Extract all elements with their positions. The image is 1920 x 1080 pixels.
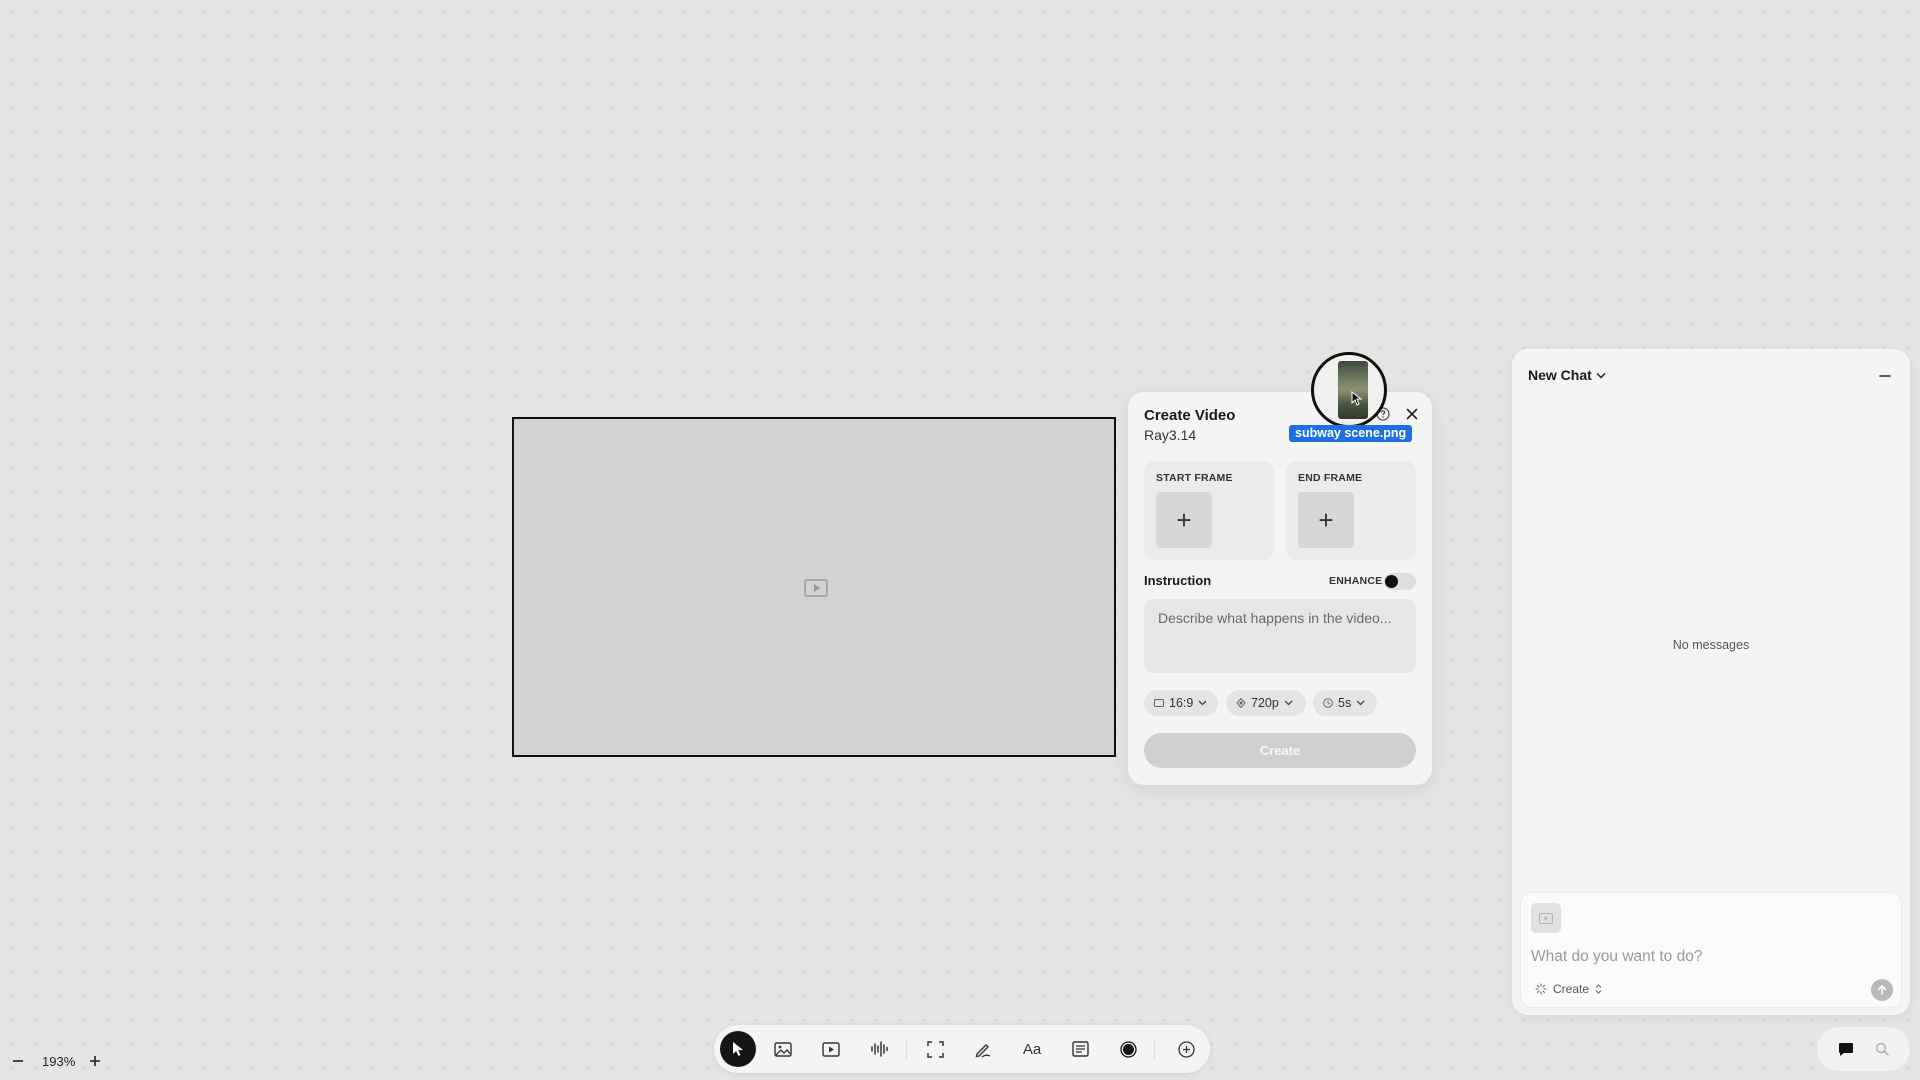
add-tool-button[interactable] bbox=[1170, 1033, 1202, 1065]
start-frame-label: START FRAME bbox=[1156, 472, 1233, 484]
create-video-panel: Create Video Ray3.14 START FRAME + END F… bbox=[1128, 392, 1432, 785]
close-icon[interactable] bbox=[1403, 405, 1421, 423]
minimize-icon[interactable] bbox=[1878, 369, 1892, 383]
zoom-level[interactable]: 193% bbox=[42, 1054, 75, 1069]
text-icon: Aa bbox=[1022, 1040, 1042, 1058]
clock-icon bbox=[1323, 698, 1333, 708]
mode-value: Create bbox=[1553, 982, 1590, 996]
sparkle-icon bbox=[1535, 983, 1547, 995]
mode-select[interactable]: Create bbox=[1535, 982, 1602, 996]
image-icon bbox=[774, 1041, 792, 1057]
add-end-frame-button[interactable]: + bbox=[1298, 492, 1354, 548]
enhance-label: ENHANCE bbox=[1329, 575, 1383, 587]
video-placeholder-node[interactable] bbox=[512, 417, 1116, 757]
subway-image-preview bbox=[1338, 361, 1368, 419]
chevron-down-icon bbox=[1198, 700, 1207, 706]
toolbar-divider bbox=[1154, 1039, 1155, 1059]
frame-tool-button[interactable] bbox=[919, 1033, 951, 1065]
hand-cursor-icon bbox=[1351, 391, 1363, 407]
video-tool-button[interactable] bbox=[815, 1033, 847, 1065]
panel-title: Create Video bbox=[1144, 407, 1236, 424]
aspect-ratio-icon bbox=[1154, 699, 1164, 707]
chat-search-switcher bbox=[1817, 1027, 1910, 1071]
chat-input[interactable] bbox=[1531, 945, 1871, 969]
toolbar-divider bbox=[906, 1039, 907, 1059]
chat-bubble-icon[interactable] bbox=[1838, 1042, 1854, 1057]
updown-chevron-icon bbox=[1595, 984, 1602, 994]
chevron-down-icon bbox=[1596, 372, 1606, 379]
chat-title-label: New Chat bbox=[1528, 367, 1592, 383]
bottom-toolbar: Aa bbox=[714, 1025, 1210, 1073]
arrow-up-icon bbox=[1876, 984, 1888, 996]
end-frame-card: END FRAME + bbox=[1286, 461, 1416, 560]
select-icon bbox=[731, 1041, 745, 1057]
record-tool-button[interactable] bbox=[1112, 1033, 1144, 1065]
empty-state-text: No messages bbox=[1672, 638, 1750, 652]
duration-value: 5s bbox=[1338, 696, 1352, 710]
add-start-frame-button[interactable]: + bbox=[1156, 492, 1212, 548]
resolution-select[interactable]: 720p bbox=[1226, 690, 1306, 716]
model-name[interactable]: Ray3.14 bbox=[1144, 427, 1196, 443]
create-button[interactable]: Create bbox=[1144, 733, 1416, 768]
audio-tool-button[interactable] bbox=[863, 1033, 895, 1065]
instruction-label: Instruction bbox=[1144, 573, 1212, 588]
chevron-down-icon bbox=[1356, 700, 1365, 706]
search-icon[interactable] bbox=[1875, 1042, 1889, 1056]
chat-composer: Create bbox=[1520, 892, 1902, 1008]
frame-icon bbox=[926, 1040, 944, 1058]
resolution-icon bbox=[1236, 698, 1246, 708]
video-icon bbox=[822, 1041, 840, 1057]
select-tool-button[interactable] bbox=[720, 1031, 756, 1067]
resolution-value: 720p bbox=[1251, 696, 1279, 710]
chat-title-dropdown[interactable]: New Chat bbox=[1528, 367, 1606, 383]
record-icon bbox=[1119, 1040, 1137, 1058]
attachment-placeholder-icon[interactable] bbox=[1531, 903, 1561, 933]
dragged-file-name: subway scene.png bbox=[1289, 425, 1413, 442]
duration-select[interactable]: 5s bbox=[1313, 690, 1377, 716]
text-tool-button[interactable]: Aa bbox=[1016, 1033, 1048, 1065]
audio-icon bbox=[870, 1041, 888, 1057]
dragged-image-thumbnail[interactable] bbox=[1311, 352, 1387, 428]
video-placeholder-icon bbox=[804, 579, 828, 597]
draw-tool-button[interactable] bbox=[967, 1033, 999, 1065]
chat-panel: New Chat No messages Create bbox=[1512, 349, 1910, 1015]
send-button[interactable] bbox=[1871, 979, 1893, 1001]
aspect-ratio-select[interactable]: 16:9 bbox=[1144, 690, 1218, 716]
instruction-input[interactable] bbox=[1144, 599, 1416, 673]
chevron-down-icon bbox=[1284, 700, 1293, 706]
enhance-toggle[interactable] bbox=[1384, 573, 1416, 590]
draw-icon bbox=[974, 1041, 992, 1058]
zoom-in-icon[interactable] bbox=[88, 1054, 102, 1068]
start-frame-card: START FRAME + bbox=[1144, 461, 1274, 560]
toggle-knob bbox=[1385, 575, 1398, 588]
note-icon bbox=[1071, 1041, 1089, 1057]
zoom-out-icon[interactable] bbox=[11, 1054, 25, 1068]
note-tool-button[interactable] bbox=[1064, 1033, 1096, 1065]
end-frame-label: END FRAME bbox=[1298, 472, 1363, 484]
image-tool-button[interactable] bbox=[767, 1033, 799, 1065]
aspect-ratio-value: 16:9 bbox=[1169, 696, 1194, 710]
add-icon bbox=[1177, 1040, 1195, 1058]
